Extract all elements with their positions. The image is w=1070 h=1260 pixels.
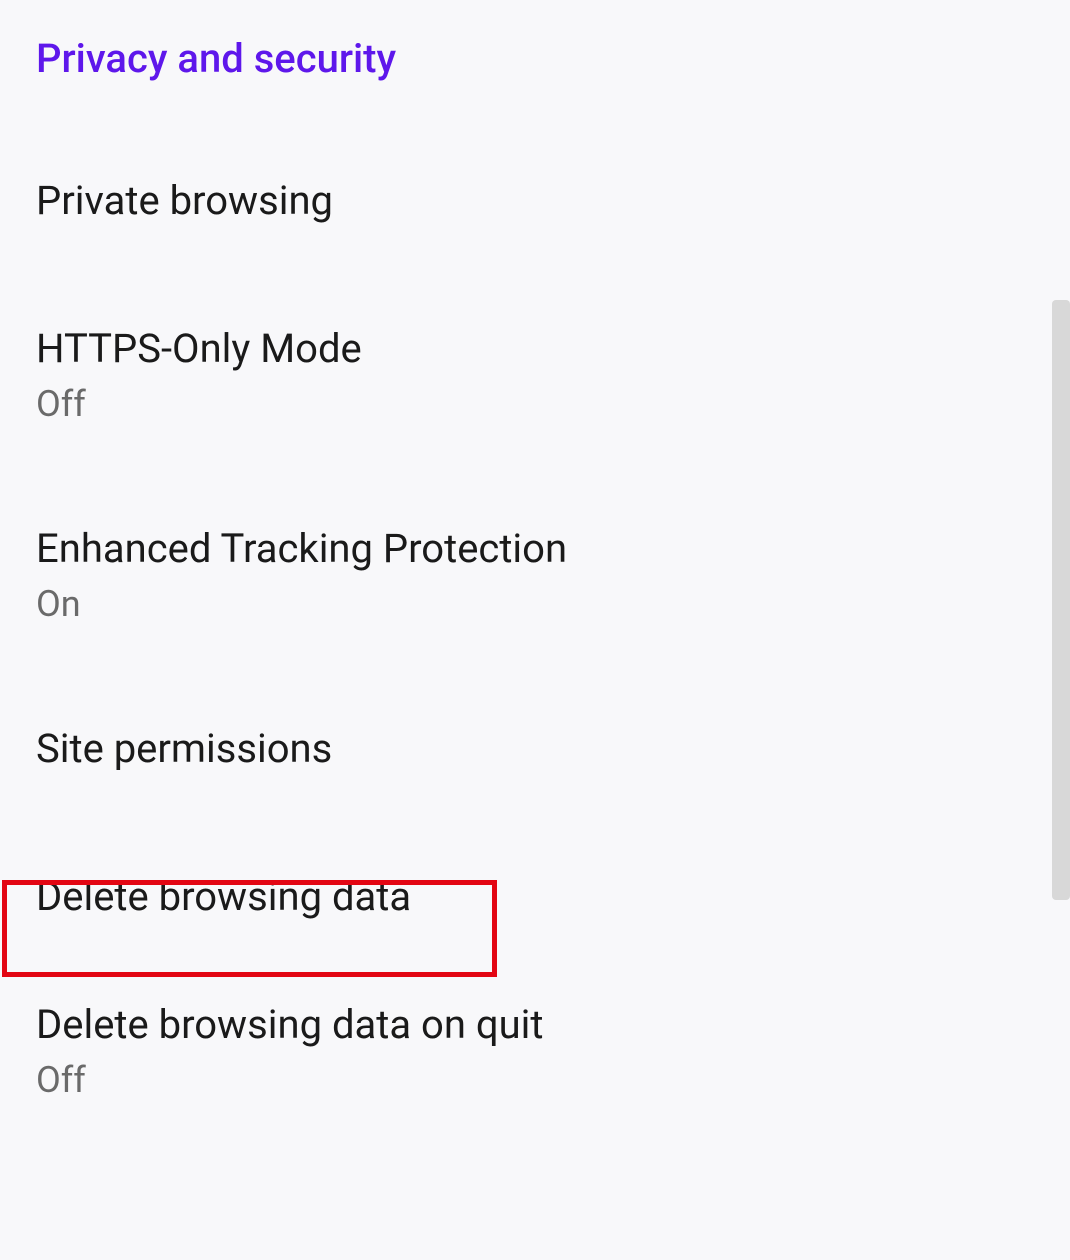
setting-title: Delete browsing data: [36, 873, 1034, 921]
setting-title: Delete browsing data on quit: [36, 1001, 1034, 1049]
setting-private-browsing[interactable]: Private browsing: [36, 177, 1034, 225]
setting-delete-on-quit[interactable]: Delete browsing data on quit Off: [36, 1001, 1034, 1101]
settings-container: Privacy and security Private browsing HT…: [0, 0, 1070, 1101]
setting-https-only[interactable]: HTTPS-Only Mode Off: [36, 325, 1034, 425]
section-header-privacy: Privacy and security: [36, 35, 1034, 82]
setting-title: Site permissions: [36, 725, 1034, 773]
setting-title: Enhanced Tracking Protection: [36, 525, 1034, 573]
setting-status: Off: [36, 383, 1034, 425]
setting-site-permissions[interactable]: Site permissions: [36, 725, 1034, 773]
setting-tracking-protection[interactable]: Enhanced Tracking Protection On: [36, 525, 1034, 625]
setting-title: HTTPS-Only Mode: [36, 325, 1034, 373]
setting-status: On: [36, 583, 1034, 625]
setting-delete-browsing-data[interactable]: Delete browsing data: [36, 873, 1034, 921]
setting-status: Off: [36, 1059, 1034, 1101]
setting-title: Private browsing: [36, 177, 1034, 225]
scrollbar[interactable]: [1052, 300, 1070, 900]
